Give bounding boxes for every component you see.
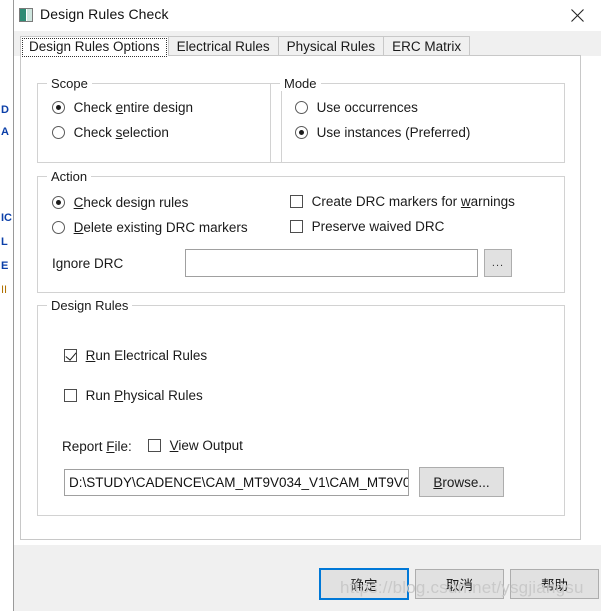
- checkbox-view-output[interactable]: View Output: [148, 437, 243, 453]
- help-button[interactable]: 帮助: [510, 569, 599, 599]
- close-icon[interactable]: [556, 0, 601, 30]
- ok-button[interactable]: 确定: [319, 568, 409, 600]
- mode-group: Mode Use occurrences Use instances (Pref…: [270, 83, 565, 163]
- radio-indicator: [295, 126, 308, 139]
- checkbox-create-drc-markers-for-warnings[interactable]: Create DRC markers for warnings: [290, 193, 552, 209]
- checkbox-indicator: [290, 195, 303, 208]
- tab-physical-rules[interactable]: Physical Rules: [278, 36, 385, 56]
- browse-button-label: Browse...: [433, 475, 489, 490]
- action-group: Action Check design rules Delete existin…: [37, 176, 565, 293]
- tab-erc-matrix[interactable]: ERC Matrix: [383, 36, 470, 56]
- checkbox-indicator: [64, 349, 77, 362]
- bg-text-fragment: II: [1, 284, 7, 296]
- radio-label: Use occurrences: [317, 100, 418, 115]
- window-title: Design Rules Check: [40, 6, 169, 22]
- radio-indicator: [52, 126, 65, 139]
- radio-indicator: [52, 221, 65, 234]
- bg-text-fragment: L: [1, 236, 8, 248]
- radio-check-selection[interactable]: Check selection: [52, 124, 169, 140]
- checkbox-label: View Output: [170, 438, 243, 453]
- tab-label: Physical Rules: [287, 39, 376, 54]
- radio-label: Use instances (Preferred): [317, 125, 471, 140]
- tab-label: Electrical Rules: [177, 39, 270, 54]
- tab-design-rules-options[interactable]: Design Rules Options: [20, 36, 169, 56]
- report-file-path-input[interactable]: D:\STUDY\CADENCE\CAM_MT9V034_V1\CAM_MT9V…: [64, 469, 409, 496]
- report-file-label: Report File:: [62, 439, 132, 454]
- checkbox-label: Run Electrical Rules: [86, 348, 208, 363]
- ignore-drc-browse-button[interactable]: ...: [484, 249, 512, 277]
- dialog-footer: 确定 取消 帮助: [14, 545, 601, 611]
- mode-legend: Mode: [280, 76, 321, 91]
- design-rules-check-dialog: Design Rules Check Design Rules Options …: [14, 0, 601, 611]
- radio-label: Check selection: [74, 125, 169, 140]
- checkbox-run-physical-rules[interactable]: Run Physical Rules: [64, 387, 203, 403]
- radio-use-occurrences[interactable]: Use occurrences: [295, 99, 418, 115]
- action-legend: Action: [47, 169, 91, 184]
- bg-text-fragment: E: [1, 260, 8, 272]
- tab-label: ERC Matrix: [392, 39, 461, 54]
- radio-use-instances[interactable]: Use instances (Preferred): [295, 124, 470, 140]
- checkbox-run-electrical-rules[interactable]: Run Electrical Rules: [64, 347, 207, 363]
- radio-check-entire-design[interactable]: Check entire design: [52, 99, 193, 115]
- checkbox-preserve-waived-drc[interactable]: Preserve waived DRC: [290, 218, 444, 234]
- ignore-drc-label: Ignore DRC: [52, 256, 123, 271]
- title-bar: Design Rules Check: [14, 0, 601, 31]
- design-rules-group: Design Rules Run Electrical Rules Run Ph…: [37, 305, 565, 516]
- tab-electrical-rules[interactable]: Electrical Rules: [168, 36, 279, 56]
- tab-bar: Design Rules Options Electrical Rules Ph…: [14, 31, 601, 56]
- tab-page-design-rules-options: Scope Check entire design Check selectio…: [20, 55, 581, 540]
- background-window-strip: D A IC L E II: [0, 0, 14, 611]
- radio-indicator: [295, 101, 308, 114]
- radio-label: Delete existing DRC markers: [74, 220, 248, 235]
- browse-button[interactable]: Browse...: [419, 467, 504, 497]
- radio-indicator: [52, 101, 65, 114]
- radio-check-design-rules[interactable]: Check design rules: [52, 194, 188, 210]
- app-icon: [19, 8, 33, 22]
- checkbox-label: Create DRC markers for warnings: [312, 194, 515, 209]
- bg-text-fragment: A: [1, 126, 9, 138]
- radio-label: Check entire design: [74, 100, 193, 115]
- scope-legend: Scope: [47, 76, 92, 91]
- radio-indicator: [52, 196, 65, 209]
- checkbox-indicator: [64, 389, 77, 402]
- checkbox-indicator: [148, 439, 161, 452]
- radio-label: Check design rules: [74, 195, 189, 210]
- ignore-drc-input[interactable]: [185, 249, 478, 277]
- radio-delete-existing-drc-markers[interactable]: Delete existing DRC markers: [52, 219, 248, 235]
- tab-label: Design Rules Options: [29, 39, 160, 54]
- scope-group: Scope Check entire design Check selectio…: [37, 83, 282, 163]
- bg-text-fragment: IC: [1, 212, 12, 224]
- design-rules-legend: Design Rules: [47, 298, 132, 313]
- bg-text-fragment: D: [1, 104, 9, 116]
- checkbox-label: Preserve waived DRC: [312, 219, 445, 234]
- checkbox-indicator: [290, 220, 303, 233]
- checkbox-label: Run Physical Rules: [86, 388, 203, 403]
- cancel-button[interactable]: 取消: [415, 569, 504, 599]
